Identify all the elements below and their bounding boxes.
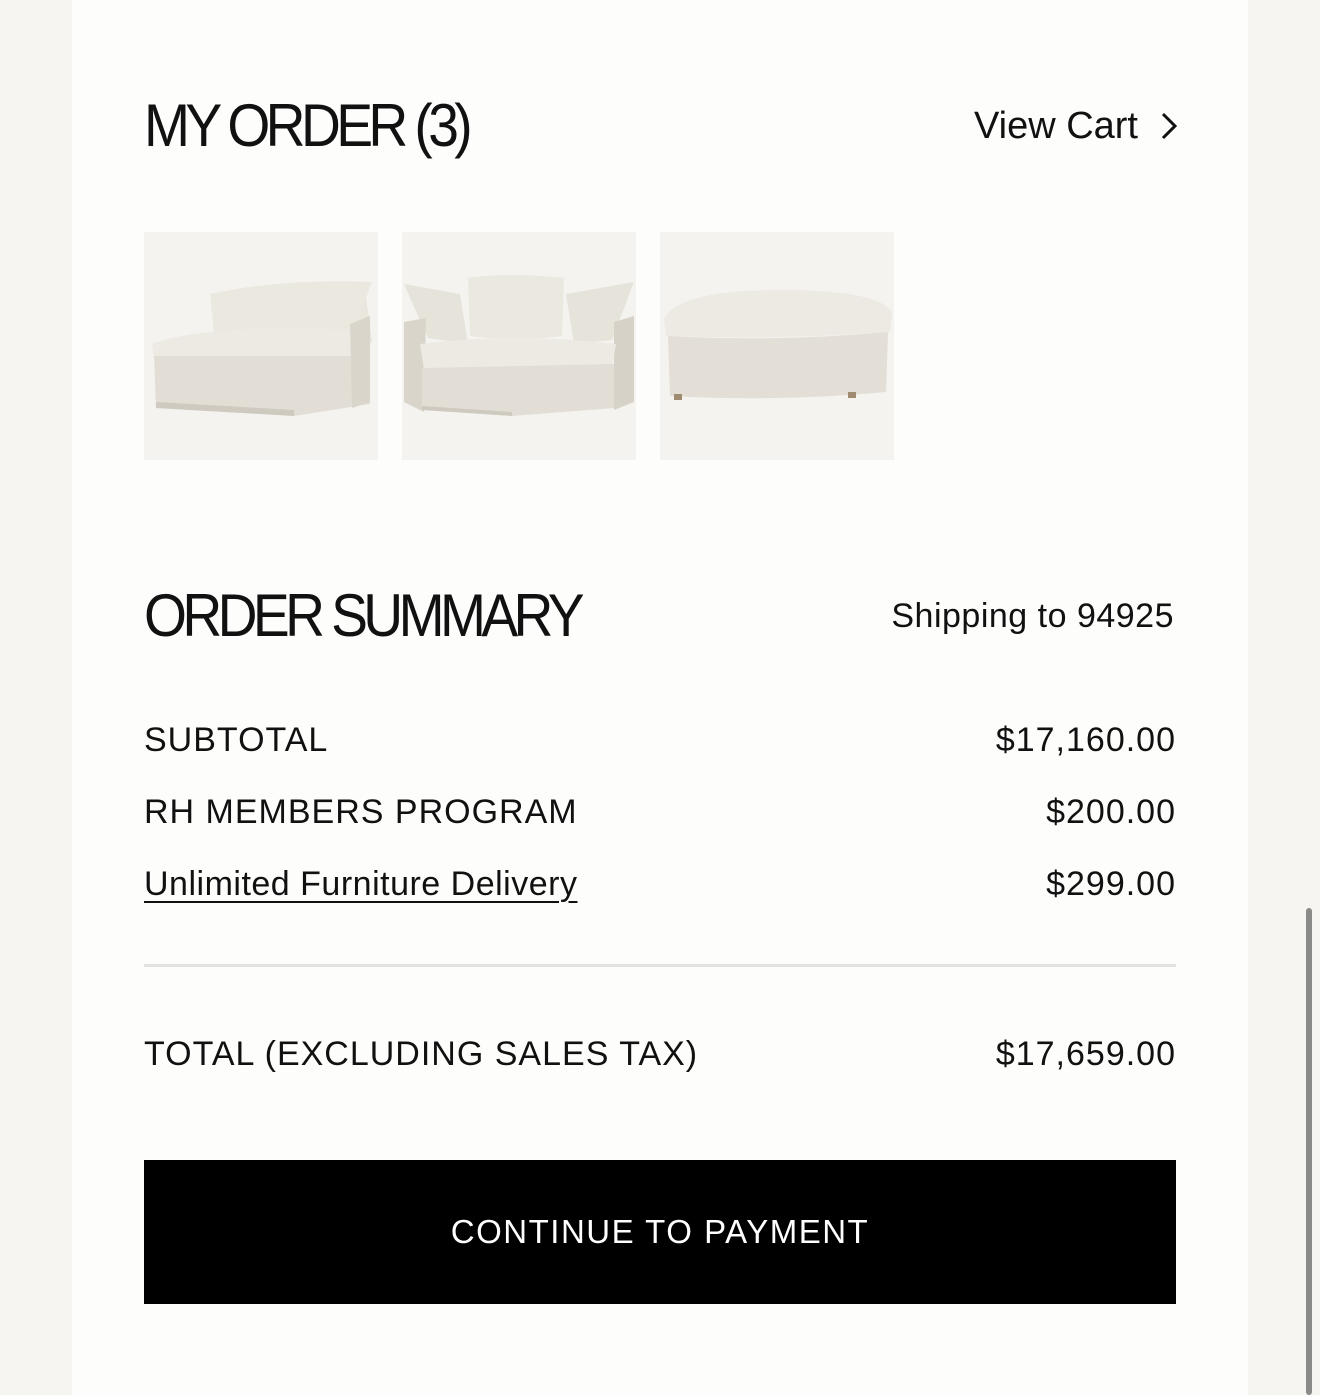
total-label: TOTAL (EXCLUDING SALES TAX) xyxy=(144,1034,699,1073)
order-item-thumbnails xyxy=(144,232,1176,460)
sofa-corner-chair-image[interactable] xyxy=(402,232,636,460)
summary-line-items: SUBTOTAL $17,160.00 RH MEMBERS PROGRAM $… xyxy=(144,704,1176,920)
checkout-panel: MY ORDER (3) View Cart ORDER SUMMARY Shi… xyxy=(72,0,1248,1395)
view-cart-link[interactable]: View Cart xyxy=(974,105,1178,148)
shipping-zip: Shipping to 94925 xyxy=(891,596,1174,635)
my-order-title: MY ORDER (3) xyxy=(144,92,473,159)
total-row: TOTAL (EXCLUDING SALES TAX) $17,659.00 xyxy=(144,1024,1176,1084)
continue-to-payment-button[interactable]: CONTINUE TO PAYMENT xyxy=(144,1160,1176,1304)
order-summary-title: ORDER SUMMARY xyxy=(144,582,585,649)
delivery-value: $299.00 xyxy=(1046,864,1176,903)
sofa-armless-chair-image[interactable] xyxy=(144,232,378,460)
order-summary-header: ORDER SUMMARY Shipping to 94925 xyxy=(144,586,1176,646)
chevron-right-icon xyxy=(1161,112,1178,140)
divider xyxy=(144,964,1176,967)
scrollbar[interactable] xyxy=(1306,908,1312,1395)
total-value: $17,659.00 xyxy=(995,1034,1176,1073)
summary-row-delivery: Unlimited Furniture Delivery $299.00 xyxy=(144,848,1176,920)
ottoman-image[interactable] xyxy=(660,232,894,460)
members-program-label: RH MEMBERS PROGRAM xyxy=(144,792,578,831)
my-order-header: MY ORDER (3) View Cart xyxy=(144,92,1178,159)
view-cart-label: View Cart xyxy=(973,104,1138,147)
unlimited-delivery-link[interactable]: Unlimited Furniture Delivery xyxy=(144,865,577,903)
summary-row-subtotal: SUBTOTAL $17,160.00 xyxy=(144,704,1176,776)
summary-row-members-program: RH MEMBERS PROGRAM $200.00 xyxy=(144,776,1176,848)
subtotal-label: SUBTOTAL xyxy=(144,720,329,759)
subtotal-value: $17,160.00 xyxy=(995,720,1176,759)
members-program-value: $200.00 xyxy=(1046,792,1176,831)
